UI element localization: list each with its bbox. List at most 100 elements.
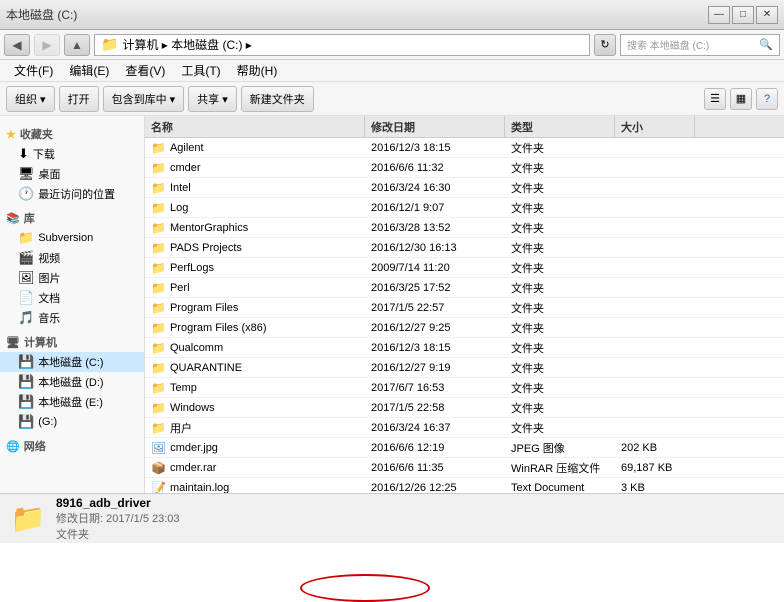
file-name-cell: 📁 Perl: [145, 278, 365, 297]
file-size-cell: 202 KB: [615, 438, 695, 457]
file-name-cell: 📁 Agilent: [145, 138, 365, 157]
close-button[interactable]: ✕: [756, 6, 778, 24]
file-rows-container: 📁 Agilent 2016/12/3 18:15 文件夹 📁 cmder 20…: [145, 138, 784, 493]
file-size-cell: [615, 178, 695, 197]
new-folder-button[interactable]: 新建文件夹: [241, 86, 314, 112]
organize-button[interactable]: 组织 ▾: [6, 86, 55, 112]
minimize-button[interactable]: —: [708, 6, 730, 24]
file-name: cmder: [170, 162, 201, 174]
table-row[interactable]: 📁 Perl 2016/3/25 17:52 文件夹: [145, 278, 784, 298]
file-type-cell: 文件夹: [505, 358, 615, 377]
network-icon: 🌐: [6, 440, 20, 453]
up-button[interactable]: ▲: [64, 34, 90, 56]
sidebar-item-download[interactable]: ⬇ 下载: [0, 144, 144, 164]
sidebar-item-drive-d[interactable]: 💾 本地磁盘 (D:): [0, 372, 144, 392]
forward-button[interactable]: ▶: [34, 34, 60, 56]
table-row[interactable]: 📁 Program Files (x86) 2016/12/27 9:25 文件…: [145, 318, 784, 338]
table-row[interactable]: 📁 Program Files 2017/1/5 22:57 文件夹: [145, 298, 784, 318]
menu-view[interactable]: 查看(V): [117, 60, 173, 81]
file-type-cell: 文件夹: [505, 338, 615, 357]
folder-icon: 📁: [151, 221, 166, 235]
status-type: 文件夹: [56, 526, 180, 542]
back-button[interactable]: ◀: [4, 34, 30, 56]
file-type-cell: 文件夹: [505, 418, 615, 437]
col-header-date[interactable]: 修改日期: [365, 116, 505, 137]
table-row[interactable]: 📁 Temp 2017/6/7 16:53 文件夹: [145, 378, 784, 398]
table-row[interactable]: 📁 Log 2016/12/1 9:07 文件夹: [145, 198, 784, 218]
sidebar-item-label: 图片: [39, 270, 61, 286]
file-date-cell: 2016/12/27 9:19: [365, 358, 505, 377]
file-name-cell: 📁 QUARANTINE: [145, 358, 365, 377]
sidebar-item-pictures[interactable]: 🖼 图片: [0, 268, 144, 288]
sidebar-item-label: Subversion: [38, 232, 93, 244]
file-name: Program Files: [170, 302, 238, 314]
sidebar-item-recent[interactable]: 🕐 最近访问的位置: [0, 184, 144, 204]
sidebar-item-video[interactable]: 🎬 视频: [0, 248, 144, 268]
file-type-cell: 文件夹: [505, 178, 615, 197]
table-row[interactable]: 📁 用户 2016/3/24 16:37 文件夹: [145, 418, 784, 438]
open-button[interactable]: 打开: [59, 86, 99, 112]
include-in-library-button[interactable]: 包含到库中 ▾: [103, 86, 185, 112]
library-section: 📚 库 📁 Subversion 🎬 视频 🖼 图片 📄 文档 🎵 音乐: [0, 208, 144, 328]
sidebar-item-drive-g[interactable]: 💾 (G:): [0, 412, 144, 432]
table-row[interactable]: 📁 cmder 2016/6/6 11:32 文件夹: [145, 158, 784, 178]
file-name-cell: 📁 PerfLogs: [145, 258, 365, 277]
view-toggle-button[interactable]: ☰: [704, 88, 726, 110]
table-row[interactable]: 📁 Agilent 2016/12/3 18:15 文件夹: [145, 138, 784, 158]
sidebar-item-subversion[interactable]: 📁 Subversion: [0, 228, 144, 248]
refresh-button[interactable]: ↻: [594, 34, 616, 56]
folder-icon: 📁: [151, 381, 166, 395]
table-row[interactable]: 📁 QUARANTINE 2016/12/27 9:19 文件夹: [145, 358, 784, 378]
network-section: 🌐 网络: [0, 436, 144, 456]
file-name-cell: 📝 maintain.log: [145, 478, 365, 493]
share-button[interactable]: 共享 ▾: [188, 86, 237, 112]
search-field[interactable]: 搜索 本地磁盘 (C:) 🔍: [620, 34, 780, 56]
file-type-cell: 文件夹: [505, 158, 615, 177]
col-header-size[interactable]: 大小: [615, 116, 695, 137]
status-name: 8916_adb_driver: [56, 496, 180, 510]
menu-file[interactable]: 文件(F): [6, 60, 61, 81]
table-row[interactable]: 📁 Qualcomm 2016/12/3 18:15 文件夹: [145, 338, 784, 358]
file-date-cell: 2017/1/5 22:57: [365, 298, 505, 317]
text-icon: 📝: [151, 481, 166, 494]
file-size-cell: [615, 138, 695, 157]
file-name-cell: 📁 Program Files: [145, 298, 365, 317]
file-name: Agilent: [170, 142, 204, 154]
table-row[interactable]: 📁 Windows 2017/1/5 22:58 文件夹: [145, 398, 784, 418]
view-details-button[interactable]: ▦: [730, 88, 752, 110]
col-header-type[interactable]: 类型: [505, 116, 615, 137]
toolbar-right: ☰ ▦ ?: [704, 88, 778, 110]
table-row[interactable]: 📁 MentorGraphics 2016/3/28 13:52 文件夹: [145, 218, 784, 238]
favorites-label: 收藏夹: [20, 126, 53, 142]
col-header-name[interactable]: 名称: [145, 116, 365, 137]
menu-edit[interactable]: 编辑(E): [61, 60, 117, 81]
folder-icon: 📁: [151, 281, 166, 295]
sidebar-item-music[interactable]: 🎵 音乐: [0, 308, 144, 328]
search-icon: 🔍: [759, 38, 773, 51]
file-size-cell: [615, 418, 695, 437]
computer-icon: 🖥: [6, 336, 20, 349]
computer-label: 计算机: [24, 334, 57, 350]
menu-tools[interactable]: 工具(T): [173, 60, 228, 81]
maximize-button[interactable]: □: [732, 6, 754, 24]
address-field[interactable]: 📁 计算机 ▸ 本地磁盘 (C:) ▸: [94, 34, 590, 56]
file-date-cell: 2016/3/24 16:37: [365, 418, 505, 437]
drive-g-icon: 💾: [18, 414, 34, 430]
sidebar-item-drive-e[interactable]: 💾 本地磁盘 (E:): [0, 392, 144, 412]
table-row[interactable]: 📁 PADS Projects 2016/12/30 16:13 文件夹: [145, 238, 784, 258]
network-label: 网络: [24, 438, 46, 454]
table-row[interactable]: 🖼 cmder.jpg 2016/6/6 12:19 JPEG 图像 202 K…: [145, 438, 784, 458]
sidebar-item-documents[interactable]: 📄 文档: [0, 288, 144, 308]
table-row[interactable]: 📦 cmder.rar 2016/6/6 11:35 WinRAR 压缩文件 6…: [145, 458, 784, 478]
table-row[interactable]: 📁 PerfLogs 2009/7/14 11:20 文件夹: [145, 258, 784, 278]
file-name-cell: 📁 MentorGraphics: [145, 218, 365, 237]
file-size-cell: [615, 278, 695, 297]
sidebar-item-desktop[interactable]: 🖥 桌面: [0, 164, 144, 184]
table-row[interactable]: 📁 Intel 2016/3/24 16:30 文件夹: [145, 178, 784, 198]
table-row[interactable]: 📝 maintain.log 2016/12/26 12:25 Text Doc…: [145, 478, 784, 493]
status-bar: 📁 8916_adb_driver 修改日期: 2017/1/5 23:03 文…: [0, 493, 784, 543]
menu-help[interactable]: 帮助(H): [229, 60, 286, 81]
file-type-cell: 文件夹: [505, 378, 615, 397]
sidebar-item-drive-c[interactable]: 💾 本地磁盘 (C:): [0, 352, 144, 372]
help-button[interactable]: ?: [756, 88, 778, 110]
